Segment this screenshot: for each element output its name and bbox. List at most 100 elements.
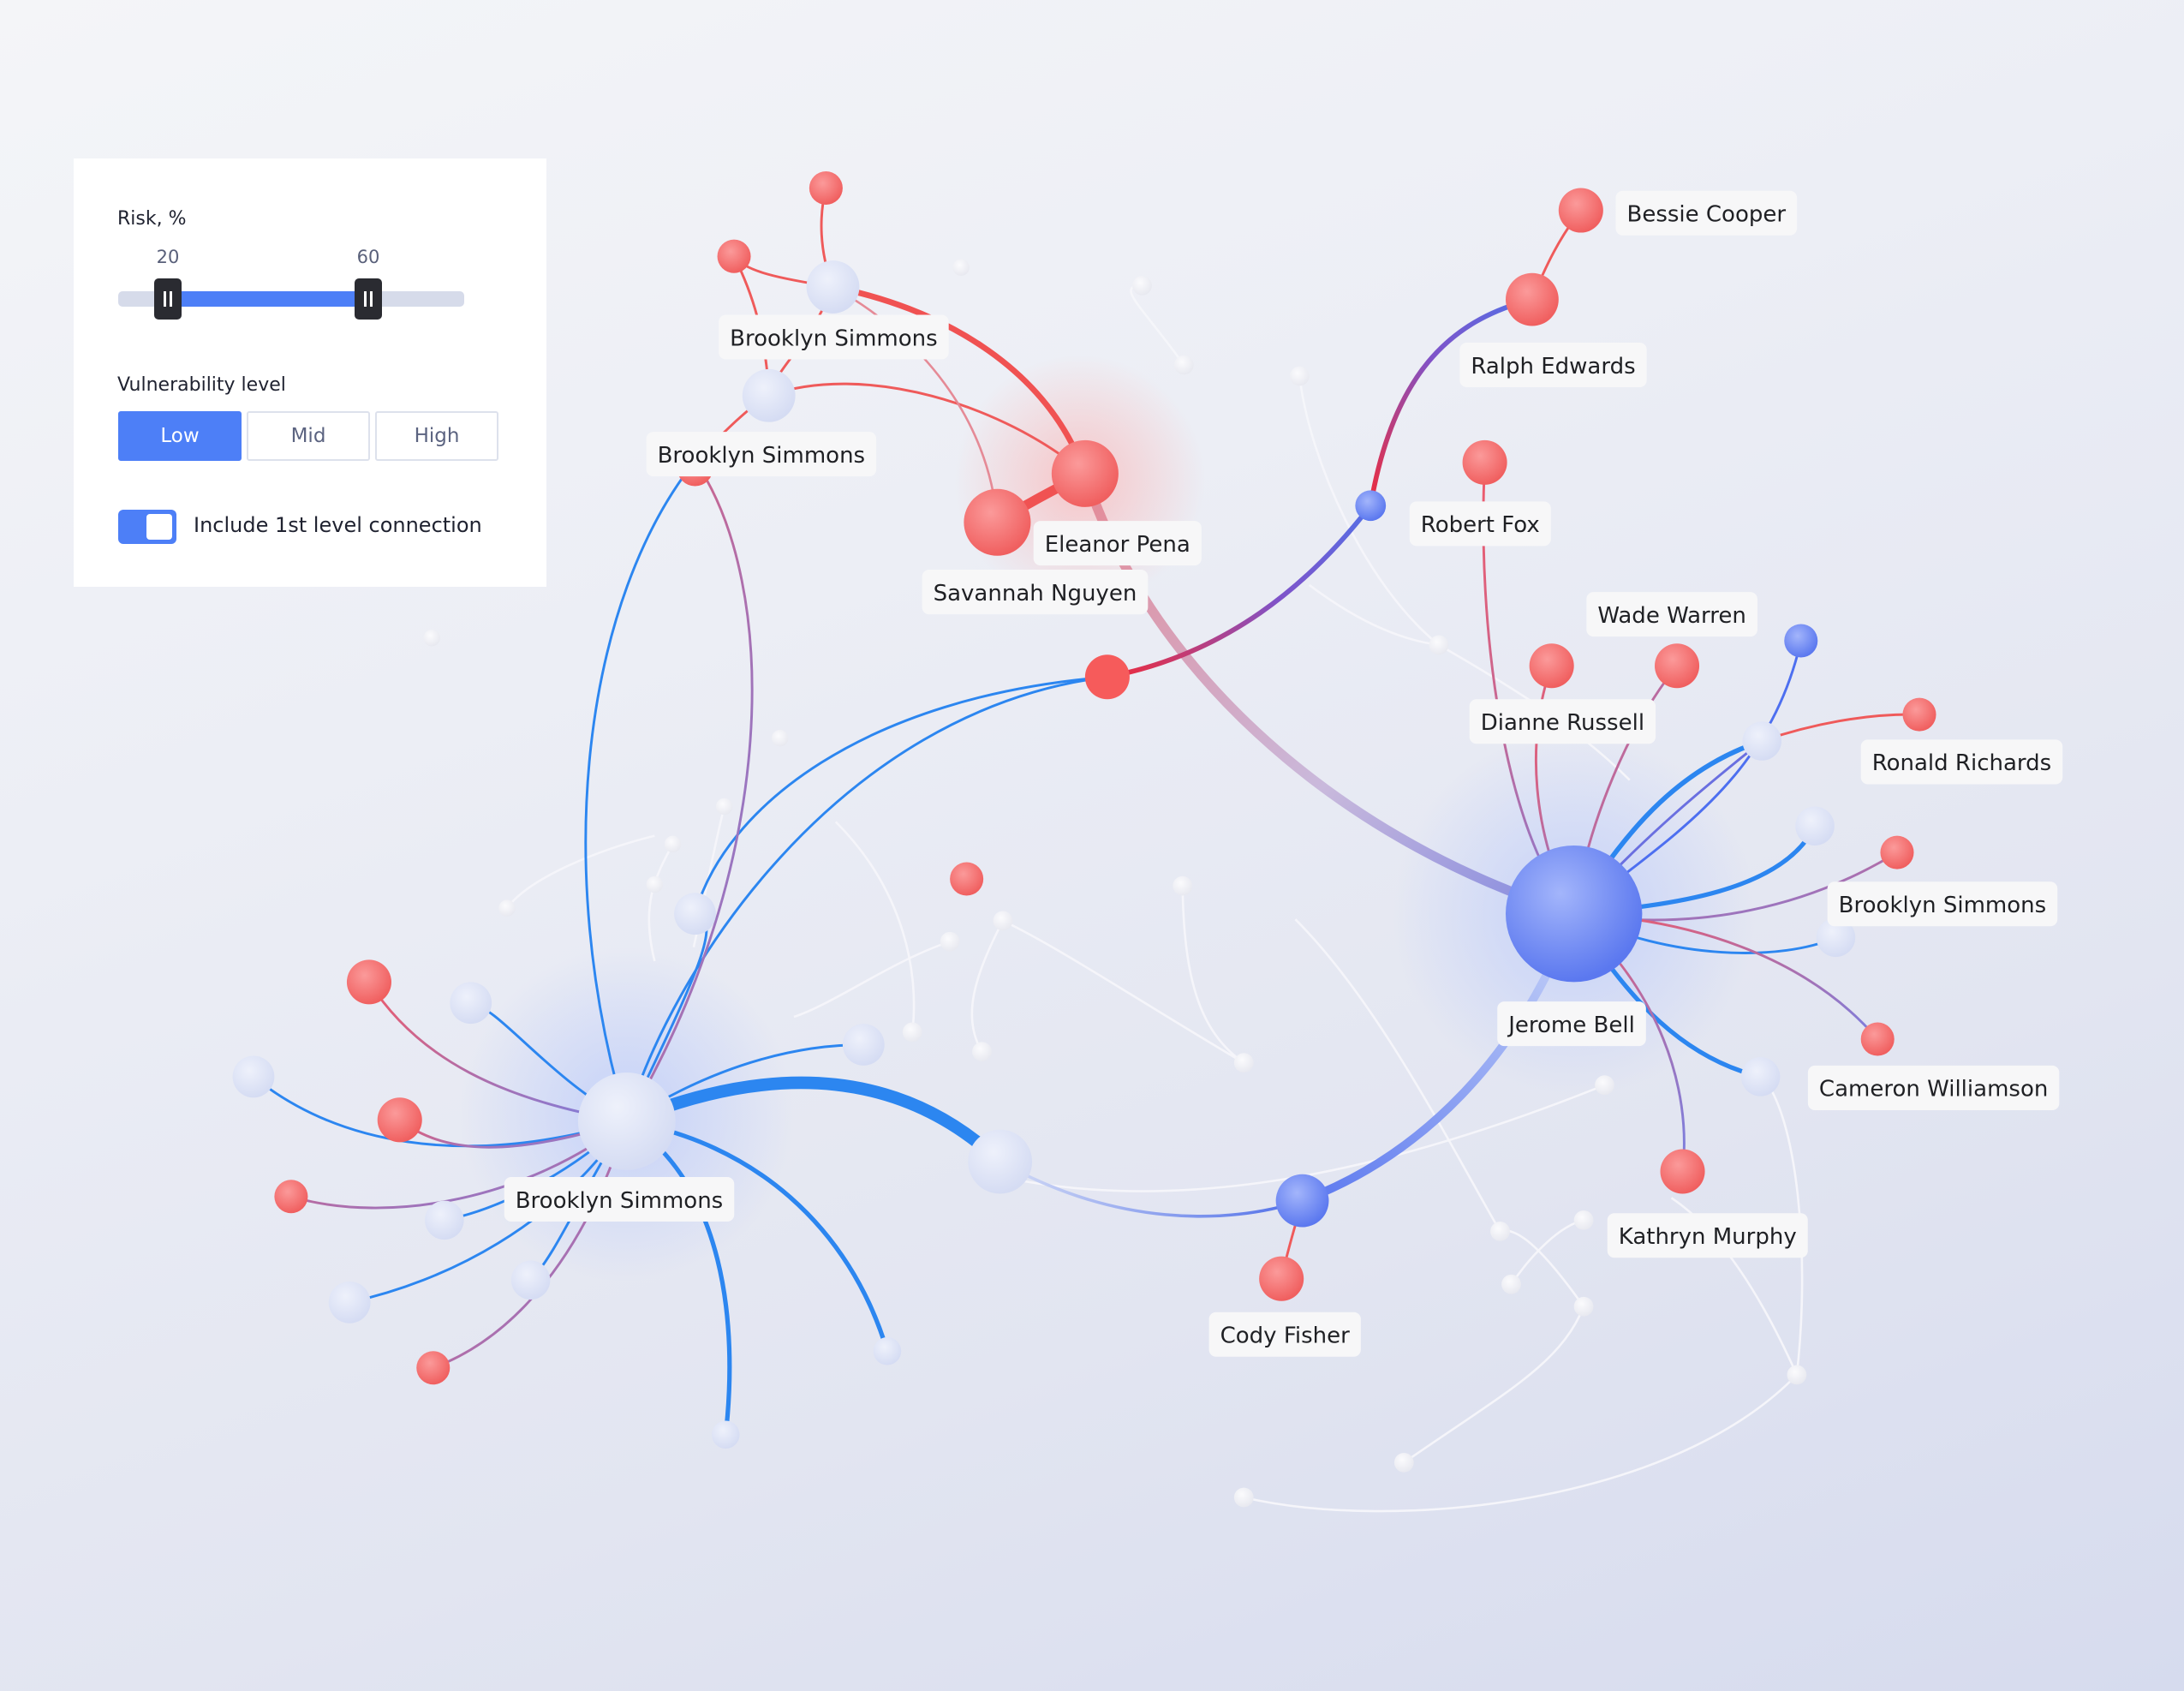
risk-node[interactable]	[274, 1180, 308, 1214]
faint-node	[1429, 635, 1449, 655]
node-cody-fisher[interactable]	[1259, 1256, 1304, 1301]
neutral-node[interactable]	[1740, 1057, 1781, 1096]
node-label-robert-fox[interactable]: Robert Fox	[1409, 501, 1551, 547]
node-label-brooklyn-simmons-right[interactable]: Brooklyn Simmons	[1827, 881, 2058, 927]
faint-edge	[1510, 1219, 1584, 1285]
neutral-node[interactable]	[742, 368, 796, 422]
node-label-wade-warren[interactable]: Wade Warren	[1586, 592, 1757, 637]
node-ralph-edwards[interactable]	[1506, 272, 1559, 326]
neutral-node[interactable]	[842, 1024, 885, 1066]
risk-slider-range	[168, 291, 368, 307]
node-label-savannah-nguyen[interactable]: Savannah Nguyen	[922, 570, 1149, 615]
node-savannah-nguyen[interactable]	[964, 488, 1031, 556]
node-label-dianne-russell[interactable]: Dianne Russell	[1469, 699, 1656, 744]
faint-node	[1393, 1452, 1414, 1473]
node-robert-fox[interactable]	[1462, 439, 1507, 485]
vulnerability-label: Vulnerability level	[117, 374, 286, 396]
risk-node[interactable]	[1529, 643, 1574, 689]
node-label-bessie-cooper[interactable]: Bessie Cooper	[1615, 190, 1798, 236]
node-kathryn-murphy[interactable]	[1660, 1149, 1705, 1194]
faint-node	[1173, 355, 1194, 375]
neutral-node[interactable]	[674, 893, 716, 935]
faint-node	[646, 875, 664, 893]
connector-node[interactable]	[1275, 1174, 1329, 1228]
risk-node[interactable]	[950, 862, 984, 896]
node-label-kathryn-murphy[interactable]: Kathryn Murphy	[1607, 1213, 1808, 1258]
faint-edge	[1181, 886, 1245, 1064]
faint-node	[1595, 1075, 1614, 1096]
faint-edge	[1243, 1373, 1798, 1513]
node-label-brooklyn-simmons-bottom[interactable]: Brooklyn Simmons	[504, 1176, 735, 1222]
node-label-cody-fisher[interactable]: Cody Fisher	[1208, 1312, 1361, 1357]
label-text: Dianne Russell	[1481, 710, 1644, 736]
faint-node	[1787, 1365, 1807, 1385]
edge	[694, 675, 1109, 916]
node-ronald-richards[interactable]	[1902, 697, 1936, 732]
node-label-jerome-bell[interactable]: Jerome Bell	[1497, 1001, 1646, 1047]
node-label-brooklyn-simmons-mid[interactable]: Brooklyn Simmons	[646, 432, 877, 477]
label-text: Cody Fisher	[1220, 1323, 1351, 1348]
node-label-ralph-edwards[interactable]: Ralph Edwards	[1459, 343, 1647, 388]
faint-node	[498, 899, 516, 917]
hub-node-brooklyn-simmons[interactable]	[577, 1073, 676, 1170]
neutral-node[interactable]	[232, 1055, 275, 1098]
label-text: Brooklyn Simmons	[516, 1188, 724, 1214]
faint-edge	[970, 920, 1005, 1053]
vulnerability-mid-button[interactable]: Mid	[247, 411, 370, 461]
node-label-cameron-williamson[interactable]: Cameron Williamson	[1807, 1065, 2060, 1110]
faint-node	[715, 798, 733, 816]
faint-node	[1573, 1210, 1594, 1230]
faint-node	[1573, 1296, 1594, 1317]
neutral-node[interactable]	[712, 1420, 740, 1449]
risk-min-value: 20	[156, 247, 180, 267]
vulnerability-low-button[interactable]: Low	[118, 411, 242, 461]
faint-node	[972, 1042, 992, 1062]
risk-node[interactable]	[1084, 654, 1130, 700]
label-text: Brooklyn Simmons	[730, 326, 938, 351]
faint-edge	[1130, 284, 1185, 366]
label-text: Savannah Nguyen	[934, 581, 1137, 606]
neutral-node[interactable]	[806, 260, 860, 314]
risk-node[interactable]	[346, 959, 391, 1005]
risk-max-value: 60	[356, 247, 380, 267]
neutral-node[interactable]	[510, 1260, 551, 1300]
filter-panel: Risk, % 20 60 Vulnerability level Low Mi…	[74, 158, 546, 587]
neutral-node[interactable]	[328, 1281, 371, 1324]
label-text: Bessie Cooper	[1626, 202, 1786, 228]
risk-node[interactable]	[416, 1351, 451, 1385]
risk-label: Risk, %	[117, 208, 187, 230]
node-cameron-williamson[interactable]	[1860, 1022, 1895, 1056]
faint-node	[771, 730, 789, 747]
neutral-node[interactable]	[968, 1129, 1033, 1194]
faint-edge	[793, 940, 951, 1019]
neutral-node[interactable]	[873, 1336, 902, 1365]
node-label-ronald-richards[interactable]: Ronald Richards	[1860, 739, 2063, 785]
faint-node	[423, 629, 440, 647]
risk-min-handle[interactable]	[154, 278, 182, 320]
risk-node[interactable]	[809, 171, 843, 206]
neutral-node[interactable]	[450, 982, 492, 1025]
risk-node[interactable]	[377, 1097, 422, 1143]
first-level-connection-toggle[interactable]	[118, 510, 176, 544]
neutral-node[interactable]	[425, 1200, 464, 1240]
blue-node[interactable]	[1784, 624, 1818, 658]
risk-max-handle[interactable]	[355, 278, 382, 320]
neutral-node[interactable]	[1795, 806, 1835, 846]
label-text: Wade Warren	[1597, 603, 1746, 629]
vulnerability-high-button[interactable]: High	[375, 411, 498, 461]
label-text: Ralph Edwards	[1471, 354, 1635, 379]
hub-node-jerome-bell[interactable]	[1506, 846, 1643, 983]
neutral-node[interactable]	[1742, 721, 1782, 761]
node-label-eleanor-pena[interactable]: Eleanor Pena	[1033, 521, 1202, 566]
node-eleanor-pena[interactable]	[1051, 439, 1119, 507]
faint-node	[940, 931, 960, 952]
risk-node[interactable]	[717, 239, 751, 273]
node-bessie-cooper[interactable]	[1558, 188, 1603, 233]
faint-edge	[1002, 919, 1244, 1064]
node-wade-warren[interactable]	[1655, 643, 1700, 689]
connector-node[interactable]	[1355, 490, 1387, 522]
node-brooklyn-simmons-right[interactable]	[1880, 835, 1914, 869]
node-label-brooklyn-simmons-top[interactable]: Brooklyn Simmons	[719, 314, 949, 360]
faint-node	[1233, 1487, 1254, 1508]
edge	[1760, 713, 1921, 743]
